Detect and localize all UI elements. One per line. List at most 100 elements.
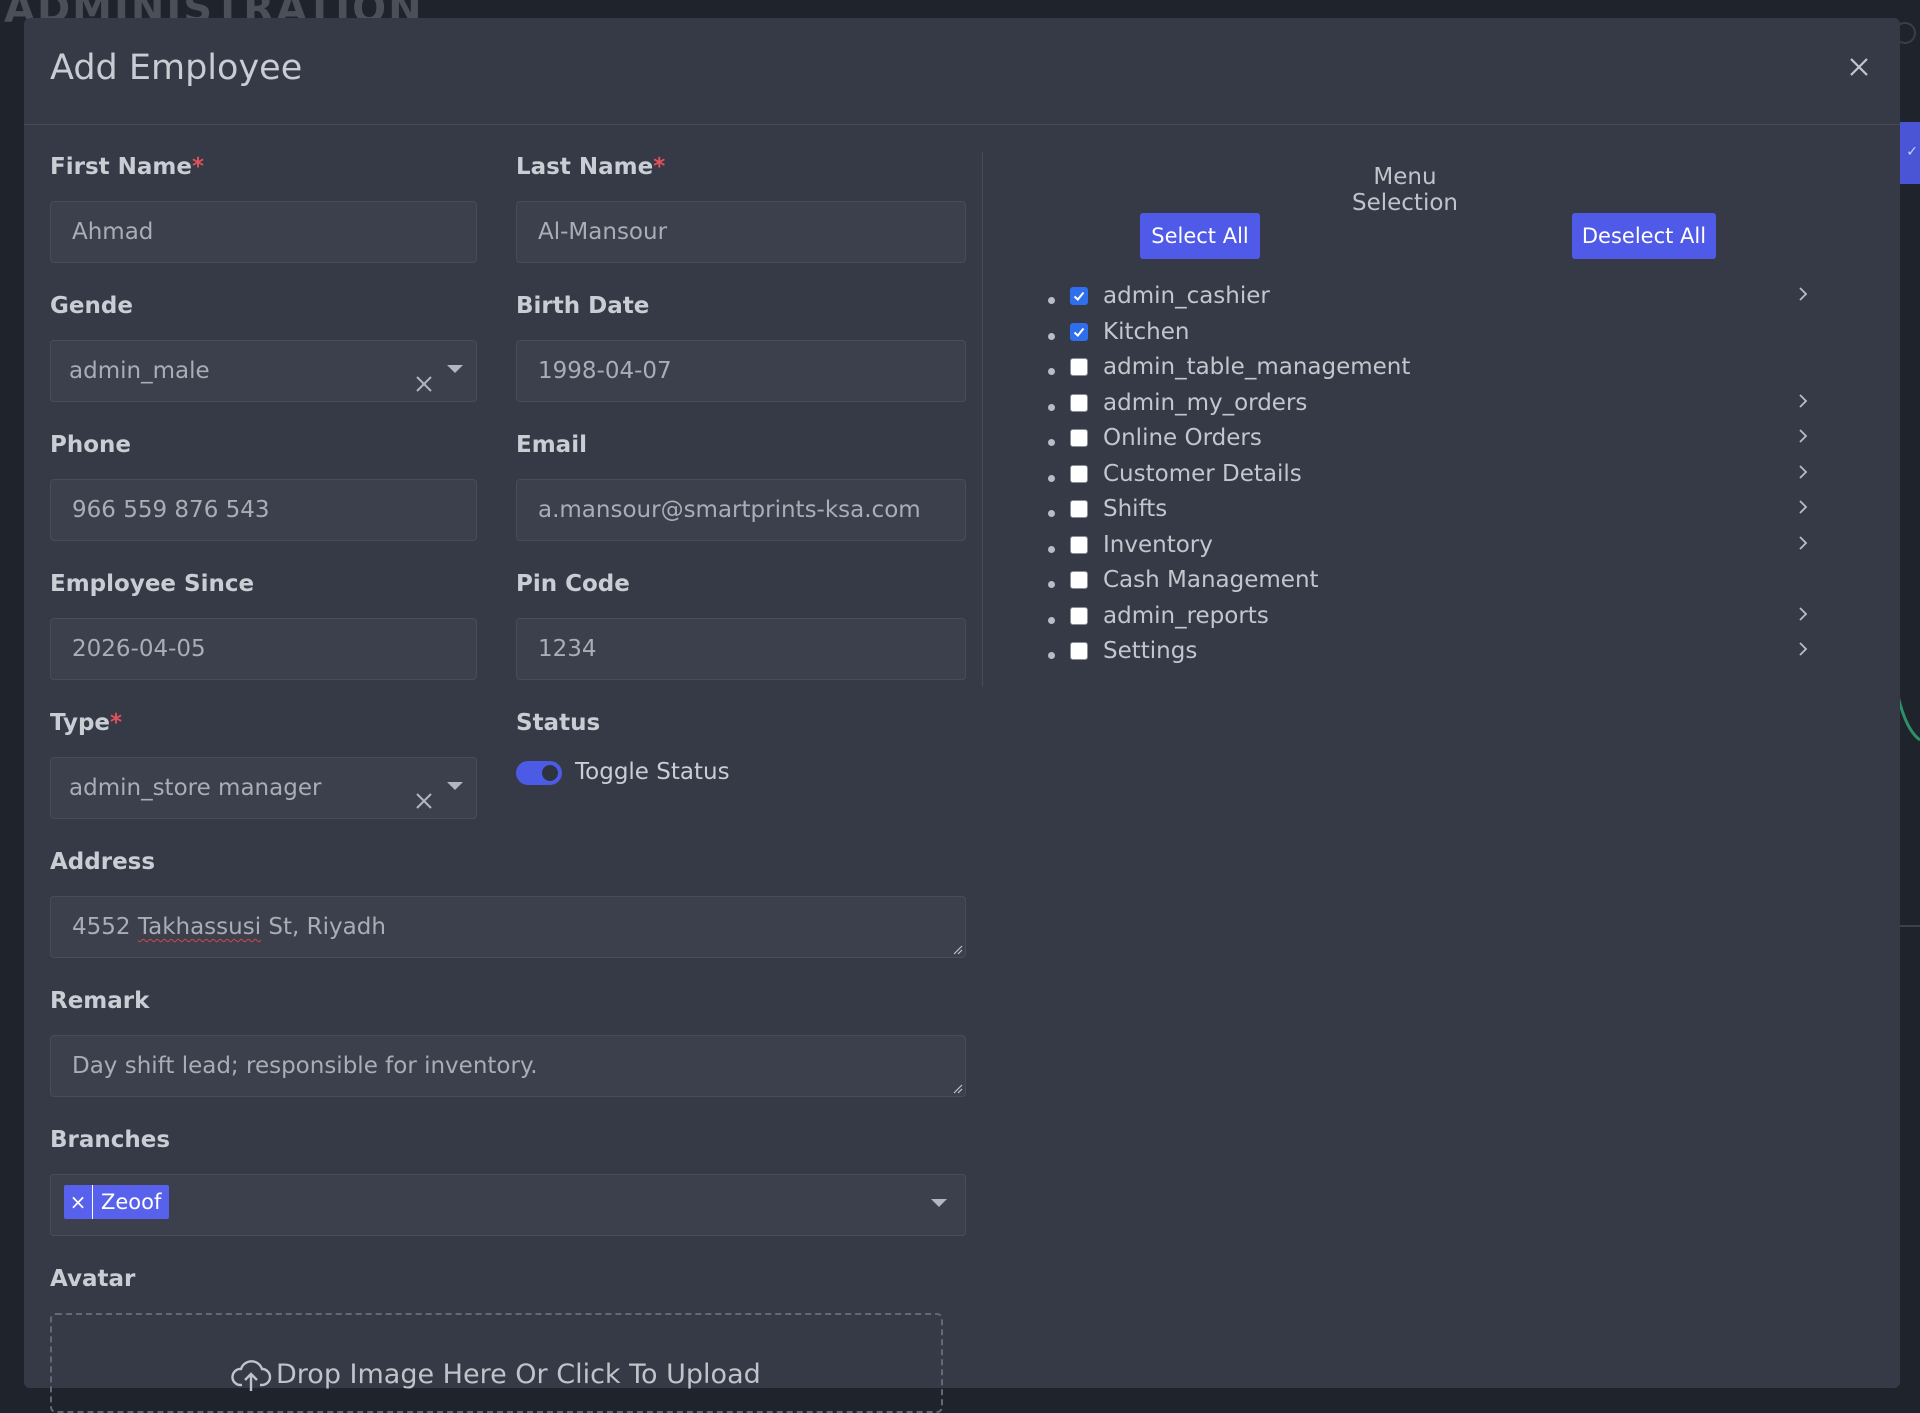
avatar-dropzone[interactable]: Drop Image Here Or Click To Upload bbox=[50, 1313, 943, 1413]
bullet-icon bbox=[1048, 297, 1055, 304]
menu-item-label: Cash Management bbox=[1103, 567, 1319, 593]
caret-down-icon[interactable] bbox=[931, 1199, 947, 1207]
menu-item-checkbox[interactable] bbox=[1070, 322, 1088, 341]
phone-label: Phone bbox=[50, 432, 132, 458]
resize-grip-icon[interactable] bbox=[953, 1084, 963, 1094]
branches-multiselect[interactable] bbox=[50, 1174, 966, 1236]
email-input[interactable]: a.mansour@smartprints-ksa.com bbox=[516, 479, 966, 541]
background-check-icon: ✓ bbox=[1906, 144, 1918, 160]
menu-item-label: Shifts bbox=[1103, 496, 1168, 522]
tag-remove-button[interactable]: × bbox=[64, 1185, 93, 1219]
chevron-right-icon[interactable] bbox=[1792, 603, 1814, 625]
menu-item-label: admin_table_management bbox=[1103, 354, 1411, 380]
branches-label: Branches bbox=[50, 1127, 171, 1153]
chevron-right-icon[interactable] bbox=[1792, 532, 1814, 554]
chevron-right-icon[interactable] bbox=[1792, 283, 1814, 305]
toggle-status-label: Toggle Status bbox=[575, 759, 730, 785]
menu-item-checkbox[interactable] bbox=[1070, 358, 1088, 376]
menu-item-checkbox[interactable] bbox=[1070, 287, 1088, 305]
avatar-label: Avatar bbox=[50, 1266, 136, 1292]
menu-item-label: Kitchen bbox=[1103, 318, 1190, 345]
birth-date-label: Birth Date bbox=[516, 293, 650, 319]
type-value: admin_store manager bbox=[69, 775, 322, 801]
phone-input[interactable]: 966 559 876 543 bbox=[50, 479, 477, 541]
upload-cloud-icon bbox=[230, 1355, 272, 1397]
address-textarea[interactable]: 4552 Takhassusi St, Riyadh bbox=[50, 896, 966, 958]
menu-item-checkbox[interactable] bbox=[1070, 606, 1088, 625]
menu-item-label: Online Orders bbox=[1103, 425, 1262, 451]
deselect-all-button[interactable]: Deselect All bbox=[1572, 213, 1716, 259]
bullet-icon bbox=[1048, 510, 1055, 517]
birth-date-input[interactable]: 1998-04-07 bbox=[516, 340, 966, 402]
bullet-icon bbox=[1048, 616, 1055, 624]
chevron-right-icon[interactable] bbox=[1792, 638, 1814, 660]
employee-since-label: Employee Since bbox=[50, 571, 255, 597]
menu-selection-list: admin_cashier Kitchen admin_table_manageme… bbox=[1024, 282, 1814, 673]
last-name-label: Last Name* bbox=[516, 154, 666, 180]
gender-label: Gende bbox=[50, 293, 133, 319]
select-all-button[interactable]: Select All bbox=[1140, 213, 1260, 259]
bullet-icon bbox=[1048, 474, 1055, 482]
bullet-icon bbox=[1048, 403, 1055, 411]
pin-code-label: Pin Code bbox=[516, 571, 630, 597]
bullet-icon bbox=[1048, 368, 1055, 375]
menu-item: Shifts bbox=[1024, 495, 1814, 531]
menu-item-checkbox[interactable] bbox=[1070, 642, 1088, 660]
bullet-icon bbox=[1048, 652, 1055, 659]
bullet-icon bbox=[1048, 545, 1055, 553]
resize-grip-icon[interactable] bbox=[953, 945, 963, 955]
menu-item-label: admin_cashier bbox=[1103, 283, 1270, 309]
menu-item-label: Inventory bbox=[1103, 531, 1213, 558]
remark-text: Day shift lead; responsible for inventor… bbox=[72, 1053, 538, 1079]
menu-item-checkbox[interactable] bbox=[1070, 535, 1088, 554]
menu-item: Inventory bbox=[1024, 531, 1814, 567]
first-name-input[interactable]: Ahmad bbox=[50, 201, 477, 263]
caret-down-icon[interactable] bbox=[447, 782, 463, 790]
menu-item: Cash Management bbox=[1024, 566, 1814, 602]
menu-item-label: Settings bbox=[1103, 638, 1198, 664]
last-name-input[interactable]: Al-Mansour bbox=[516, 201, 966, 263]
gender-select[interactable]: admin_male bbox=[50, 340, 477, 402]
address-text-misspelled: Takhassusi bbox=[137, 914, 262, 940]
column-divider bbox=[982, 152, 983, 687]
menu-item: Customer Details bbox=[1024, 460, 1814, 496]
pin-code-input[interactable]: 1234 bbox=[516, 618, 966, 680]
gender-value: admin_male bbox=[69, 358, 210, 384]
chevron-right-icon[interactable] bbox=[1792, 390, 1814, 412]
email-label: Email bbox=[516, 432, 587, 458]
caret-down-icon[interactable] bbox=[447, 365, 463, 373]
clear-icon[interactable] bbox=[413, 358, 435, 392]
menu-item: admin_table_management bbox=[1024, 353, 1814, 389]
menu-item-checkbox[interactable] bbox=[1070, 500, 1088, 518]
employee-since-input[interactable]: 2026-04-05 bbox=[50, 618, 477, 680]
menu-item: admin_my_orders bbox=[1024, 389, 1814, 425]
chevron-right-icon[interactable] bbox=[1792, 461, 1814, 483]
menu-item-checkbox[interactable] bbox=[1070, 429, 1088, 447]
background-chart-fragment bbox=[1898, 695, 1920, 927]
menu-item: admin_reports bbox=[1024, 602, 1814, 638]
branch-tag-label: Zeoof bbox=[101, 1190, 162, 1214]
remark-textarea[interactable]: Day shift lead; responsible for inventor… bbox=[50, 1035, 966, 1097]
bullet-icon bbox=[1048, 332, 1055, 340]
required-mark: * bbox=[110, 710, 123, 736]
menu-item: Online Orders bbox=[1024, 424, 1814, 460]
menu-item: Settings bbox=[1024, 637, 1814, 673]
close-button[interactable] bbox=[1844, 52, 1874, 82]
menu-item-checkbox[interactable] bbox=[1070, 393, 1088, 412]
menu-item-checkbox[interactable] bbox=[1070, 571, 1088, 589]
menu-item: Kitchen bbox=[1024, 318, 1814, 354]
first-name-label: First Name* bbox=[50, 154, 204, 180]
menu-item-checkbox[interactable] bbox=[1070, 464, 1088, 483]
chevron-right-icon[interactable] bbox=[1792, 496, 1814, 518]
chevron-right-icon[interactable] bbox=[1792, 425, 1814, 447]
status-toggle[interactable] bbox=[516, 761, 562, 785]
address-label: Address bbox=[50, 849, 156, 875]
required-mark: * bbox=[653, 154, 666, 180]
bullet-icon bbox=[1048, 581, 1055, 588]
clear-icon[interactable] bbox=[413, 775, 435, 809]
toggle-knob bbox=[542, 765, 558, 781]
remark-label: Remark bbox=[50, 988, 150, 1014]
menu-item-label: admin_reports bbox=[1103, 602, 1269, 629]
menu-item-label: admin_my_orders bbox=[1103, 389, 1308, 416]
type-select[interactable]: admin_store manager bbox=[50, 757, 477, 819]
